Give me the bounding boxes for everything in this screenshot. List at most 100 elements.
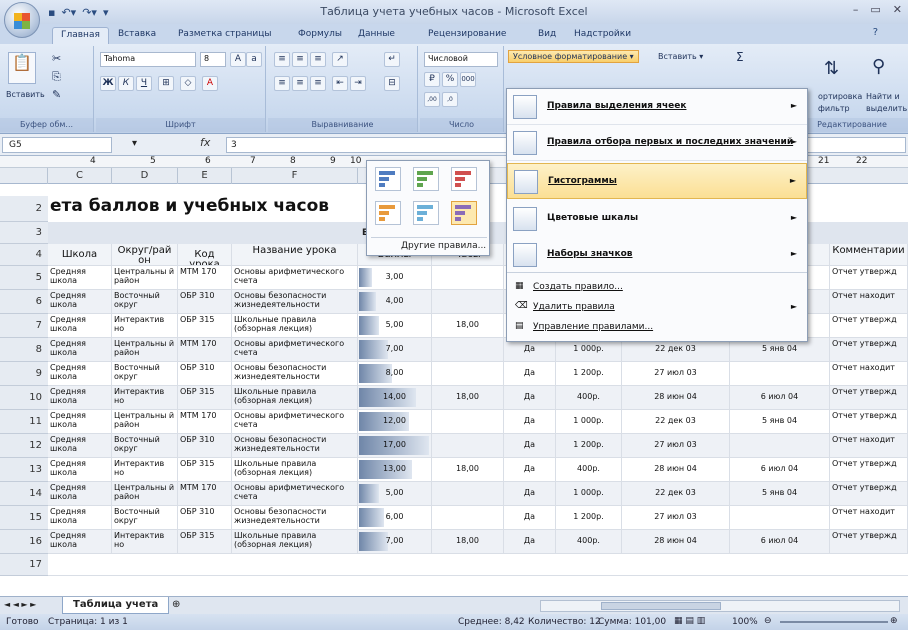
customize-qat-icon[interactable]: ▾ xyxy=(103,6,109,19)
table-cell[interactable]: 27 июл 03 xyxy=(622,506,730,530)
table-cell[interactable]: 400р. xyxy=(556,530,622,554)
number-format-combo[interactable]: Числовой xyxy=(424,52,498,67)
row-header[interactable]: 7 xyxy=(0,314,48,338)
table-cell[interactable]: Центральны й район xyxy=(112,266,178,290)
sort-icon[interactable]: ⇅ xyxy=(824,58,839,79)
table-cell[interactable]: Интерактив но xyxy=(112,458,178,482)
table-cell[interactable]: 1 200р. xyxy=(556,506,622,530)
help-icon[interactable]: ? xyxy=(873,27,878,38)
databar-blue-option[interactable] xyxy=(375,167,401,191)
row-header[interactable]: 15 xyxy=(0,506,48,530)
underline-icon[interactable]: Ч xyxy=(136,76,152,91)
tab-home[interactable]: Главная xyxy=(52,27,109,44)
table-cell[interactable]: 27 июл 03 xyxy=(622,434,730,458)
row-header[interactable]: 14 xyxy=(0,482,48,506)
table-cell[interactable]: Средняя школа xyxy=(48,362,112,386)
zoom-slider[interactable] xyxy=(780,621,888,623)
table-cell[interactable]: ОБР 310 xyxy=(178,506,232,530)
row-header[interactable]: 10 xyxy=(0,386,48,410)
row-header[interactable]: 17 xyxy=(0,554,48,576)
databar-purple-option[interactable] xyxy=(451,201,477,225)
namebox-dropdown-icon[interactable]: ▾ xyxy=(132,138,137,149)
table-cell[interactable]: 1 200р. xyxy=(556,434,622,458)
paste-button[interactable]: Вставить xyxy=(6,90,45,99)
table-cell[interactable]: 3,00 xyxy=(358,266,432,290)
table-cell[interactable]: Основы арифметического счета xyxy=(232,266,358,290)
table-cell[interactable]: 27 июл 03 xyxy=(622,362,730,386)
table-cell[interactable]: Да xyxy=(504,434,556,458)
zoom-out-icon[interactable]: ⊖ xyxy=(764,616,772,626)
table-cell[interactable]: Средняя школа xyxy=(48,458,112,482)
table-cell[interactable]: Отчет утвержд xyxy=(830,482,908,506)
row-header[interactable]: 16 xyxy=(0,530,48,554)
table-cell[interactable]: Основы безопасности жизнедеятельности xyxy=(232,290,358,314)
table-cell[interactable]: Да xyxy=(504,410,556,434)
table-cell[interactable] xyxy=(730,434,830,458)
column-header-d[interactable]: D xyxy=(112,168,178,184)
table-cell[interactable] xyxy=(432,362,504,386)
redo-icon[interactable]: ↷▾ xyxy=(82,6,97,19)
table-cell[interactable]: Средняя школа xyxy=(48,290,112,314)
paste-icon[interactable]: 📋 xyxy=(8,52,36,84)
conditional-formatting-button[interactable]: Условное форматирование ▾ xyxy=(508,50,639,63)
table-cell[interactable]: ОБР 310 xyxy=(178,362,232,386)
bold-icon[interactable]: Ж xyxy=(100,76,116,91)
zoom-in-icon[interactable]: ⊕ xyxy=(890,616,898,626)
table-cell[interactable] xyxy=(730,362,830,386)
table-cell[interactable]: ОБР 315 xyxy=(178,314,232,338)
menu-top-bottom-rules[interactable]: Правила отбора первых и последних значен… xyxy=(507,125,807,161)
grow-font-icon[interactable]: A xyxy=(230,52,246,67)
tab-data[interactable]: Данные xyxy=(350,27,403,44)
table-cell[interactable]: 18,00 xyxy=(432,458,504,482)
increase-indent-icon[interactable]: ⇥ xyxy=(350,76,366,91)
table-cell[interactable] xyxy=(432,434,504,458)
table-cell[interactable]: Средняя школа xyxy=(48,386,112,410)
table-cell[interactable]: Школьные правила (обзорная лекция) xyxy=(232,458,358,482)
copy-icon[interactable]: ⎘ xyxy=(52,70,61,84)
table-cell[interactable]: Восточный округ xyxy=(112,362,178,386)
table-cell[interactable]: Средняя школа xyxy=(48,314,112,338)
table-cell[interactable]: Основы безопасности жизнедеятельности xyxy=(232,362,358,386)
shrink-font-icon[interactable]: a xyxy=(246,52,262,67)
table-cell[interactable]: 28 июн 04 xyxy=(622,530,730,554)
table-cell[interactable]: Школьные правила (обзорная лекция) xyxy=(232,314,358,338)
cut-icon[interactable]: ✂ xyxy=(52,52,61,65)
table-cell[interactable]: 14,00 xyxy=(358,386,432,410)
table-cell[interactable]: Отчет находит xyxy=(830,290,908,314)
table-cell[interactable]: 8,00 xyxy=(358,362,432,386)
office-button[interactable] xyxy=(4,2,40,38)
table-cell[interactable]: 1 000р. xyxy=(556,410,622,434)
table-cell[interactable]: Отчет находит xyxy=(830,506,908,530)
table-cell[interactable]: 28 июн 04 xyxy=(622,458,730,482)
scroll-thumb[interactable] xyxy=(601,602,721,610)
table-cell[interactable]: Средняя школа xyxy=(48,338,112,362)
table-cell[interactable]: 18,00 xyxy=(432,314,504,338)
row-header[interactable]: 2 xyxy=(0,196,48,222)
table-cell[interactable]: Да xyxy=(504,458,556,482)
table-cell[interactable] xyxy=(730,506,830,530)
row-header[interactable]: 4 xyxy=(0,244,48,266)
table-cell[interactable]: Основы безопасности жизнедеятельности xyxy=(232,506,358,530)
align-center-icon[interactable]: ≡ xyxy=(292,76,308,91)
table-cell[interactable]: Основы безопасности жизнедеятельности xyxy=(232,434,358,458)
tab-view[interactable]: Вид xyxy=(530,27,564,44)
column-header-e[interactable]: E xyxy=(178,168,232,184)
table-cell[interactable]: МТМ 170 xyxy=(178,410,232,434)
more-rules-item[interactable]: Другие правила... xyxy=(371,237,487,251)
table-cell[interactable] xyxy=(432,266,504,290)
table-cell[interactable]: Средняя школа xyxy=(48,482,112,506)
table-cell[interactable]: ОБР 310 xyxy=(178,290,232,314)
table-cell[interactable]: МТМ 170 xyxy=(178,482,232,506)
menu-icon-sets[interactable]: Наборы значков ► xyxy=(507,237,807,273)
table-cell[interactable]: Средняя школа xyxy=(48,434,112,458)
tab-review[interactable]: Рецензирование xyxy=(420,27,514,44)
fill-color-icon[interactable]: ◇ xyxy=(180,76,196,91)
menu-highlight-cells-rules[interactable]: Правила выделения ячеек ► xyxy=(507,89,807,125)
align-middle-icon[interactable]: ≡ xyxy=(292,52,308,67)
table-cell[interactable]: 13,00 xyxy=(358,458,432,482)
table-cell[interactable]: Да xyxy=(504,506,556,530)
table-cell[interactable]: Да xyxy=(504,362,556,386)
table-cell[interactable]: ОБР 315 xyxy=(178,530,232,554)
tab-page-layout[interactable]: Разметка страницы xyxy=(170,27,280,44)
table-cell[interactable]: Восточный округ xyxy=(112,506,178,530)
